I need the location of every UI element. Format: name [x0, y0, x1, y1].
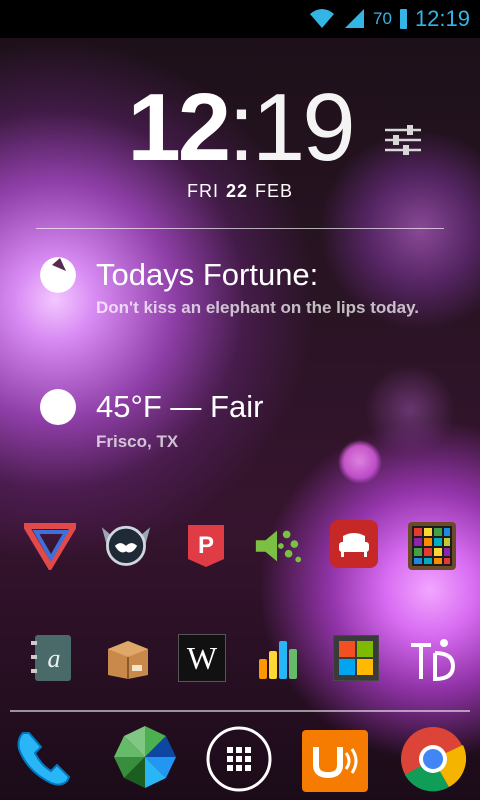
- battery-icon: [399, 9, 407, 29]
- clock-hours: 12: [127, 74, 231, 181]
- app-drawer-icon[interactable]: [206, 726, 272, 792]
- pocket-app-icon[interactable]: P: [180, 520, 232, 572]
- date-month: FEB: [255, 181, 294, 201]
- status-bar: 70 12:19: [0, 0, 480, 38]
- wikipedia-icon[interactable]: W: [178, 634, 226, 682]
- fortune-text: Don't kiss an elephant on the lips today…: [96, 298, 419, 317]
- signal-icon: [343, 7, 365, 32]
- moon-phase-icon: [40, 257, 76, 293]
- date-day: FRI: [186, 181, 219, 201]
- wifi-icon: [309, 7, 335, 32]
- uber-media-icon[interactable]: [302, 730, 368, 792]
- widget-divider: [36, 228, 444, 229]
- sofa-app-icon[interactable]: [330, 520, 378, 568]
- svg-text:a: a: [48, 644, 61, 673]
- svg-text:P: P: [198, 532, 214, 559]
- windows-tiles-icon[interactable]: [330, 632, 382, 684]
- fortune-title: Todays Fortune:: [96, 257, 319, 292]
- widget-settings-icon[interactable]: [383, 123, 423, 157]
- battery-level: 70: [373, 9, 392, 28]
- package-box-icon[interactable]: [102, 632, 154, 684]
- td-app-icon[interactable]: [406, 634, 458, 686]
- weather-location: Frisco, TX: [96, 432, 179, 451]
- date-label: FRI 22 FEB: [0, 181, 480, 202]
- photos-pinwheel-icon[interactable]: [110, 722, 180, 792]
- phone-icon[interactable]: [10, 724, 78, 792]
- sound-speaker-app-icon[interactable]: [252, 520, 304, 572]
- dock-divider: [10, 710, 470, 712]
- date-number: 22: [225, 181, 248, 201]
- color-grid-app-icon[interactable]: [406, 520, 458, 572]
- angry-bird-wings-icon[interactable]: [100, 518, 152, 570]
- clock-separator: :: [228, 74, 255, 181]
- bar-chart-app-icon[interactable]: [252, 632, 304, 684]
- contacts-book-icon[interactable]: a: [26, 632, 78, 684]
- clock-minutes: 19: [251, 74, 356, 181]
- status-time: 12:19: [414, 6, 470, 31]
- chrome-icon[interactable]: [398, 724, 468, 794]
- weather-sun-icon: [40, 389, 76, 425]
- vertical-v-app-icon[interactable]: [24, 520, 76, 572]
- weather-title: 45°F — Fair: [96, 389, 264, 424]
